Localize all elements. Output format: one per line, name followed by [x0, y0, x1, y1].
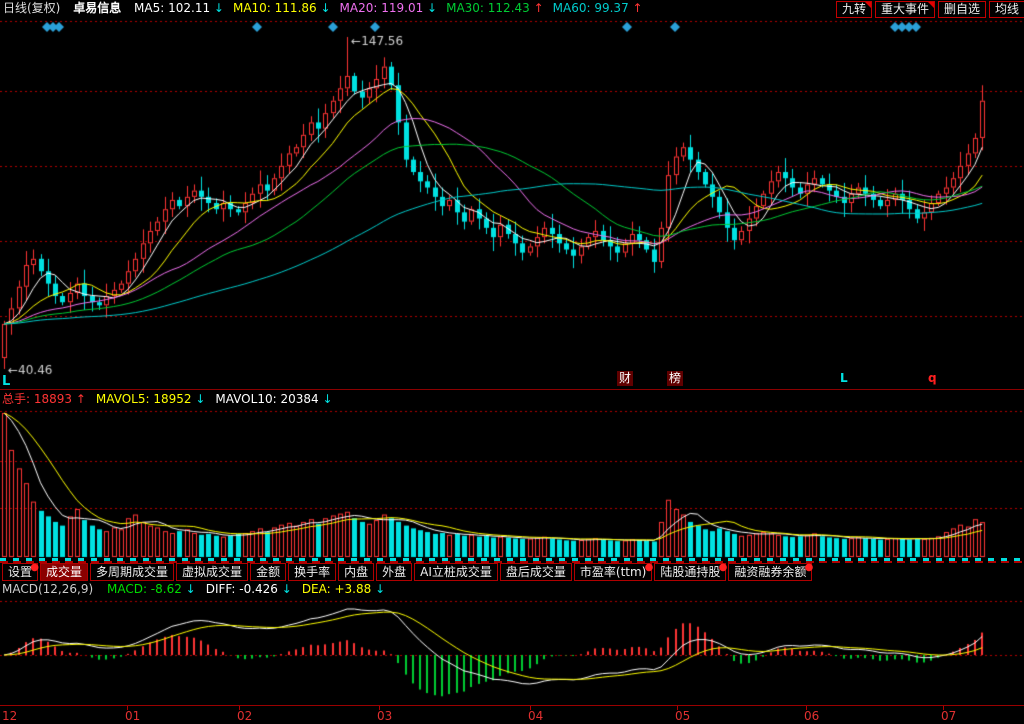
stock-name: 卓易信息	[73, 1, 121, 15]
month-label: 04	[528, 709, 543, 723]
new-badge-icon	[865, 2, 871, 8]
low-point-label: L	[2, 374, 10, 389]
indicator-value: MAVOL5: 18952 ↓	[96, 392, 205, 406]
indicator-tabs: 设置●成交量多周期成交量虚拟成交量金额换手率内盘外盘AI立桩成交量盘后成交量市盈…	[0, 563, 1024, 581]
tab-outer-volume[interactable]: 外盘	[376, 563, 412, 581]
axis-tick	[943, 706, 944, 710]
tab-after-hours-volume[interactable]: 盘后成交量	[500, 563, 572, 581]
ma-values: MA5: 102.11 ↓ MA10: 111.86 ↓ MA20: 119.01 …	[134, 1, 652, 15]
month-label: 02	[237, 709, 252, 723]
indicator-value: MAVOL10: 20384 ↓	[215, 392, 332, 406]
axis-tick	[379, 706, 380, 710]
indicator-value: DEA: +3.88 ↓	[302, 582, 385, 596]
month-label: 05	[675, 709, 690, 723]
indicator-value: MA20: 119.01 ↓	[340, 1, 438, 15]
indicator-value: 总手: 18893 ↑	[2, 392, 86, 406]
red-dot-icon: ●	[645, 560, 654, 576]
new-badge-icon	[928, 2, 934, 8]
macd-header: MACD(12,26,9) MACD: -8.62 ↓ DIFF: -0.426 …	[0, 581, 1024, 598]
month-label: 07	[941, 709, 956, 723]
volume-header: 总手: 18893 ↑ MAVOL5: 18952 ↓ MAVOL10: 20384…	[0, 390, 1024, 408]
date-axis[interactable]: 12 01 02 03 04 05 06 07	[0, 705, 1024, 724]
tab-inner-volume[interactable]: 内盘	[338, 563, 374, 581]
month-label: 06	[804, 709, 819, 723]
marker-q[interactable]: q	[928, 371, 937, 386]
red-dot-icon: ●	[719, 560, 728, 576]
tab-margin-balance[interactable]: 融资融券余额●	[728, 563, 812, 581]
axis-tick	[530, 706, 531, 710]
macd-param: MACD(12,26,9)	[2, 582, 93, 596]
indicator-value: MA30: 112.43 ↑	[446, 1, 544, 15]
red-dot-icon: ●	[30, 560, 39, 576]
indicator-value: MACD: -8.62 ↓	[107, 582, 196, 596]
month-label: 03	[377, 709, 392, 723]
volume-chart[interactable]	[0, 410, 1024, 558]
app-window: 日线(复权) 卓易信息 MA5: 102.11 ↓MA10: 111.86 ↓M…	[0, 0, 1024, 724]
marker-l[interactable]: L	[840, 371, 848, 386]
main-price-chart[interactable]	[0, 16, 1024, 389]
indicator-value: DIFF: -0.426 ↓	[206, 582, 292, 596]
red-dot-icon: ●	[805, 560, 814, 576]
tab-volume[interactable]: 成交量	[40, 563, 88, 581]
marker-ranking[interactable]: 榜	[667, 371, 683, 386]
tab-northbound-holding[interactable]: 陆股通持股●	[654, 563, 726, 581]
tab-ai-pillar-volume[interactable]: AI立桩成交量	[414, 563, 498, 581]
indicator-value: MA10: 111.86 ↓	[233, 1, 331, 15]
marker-financial-report[interactable]: 财	[617, 371, 633, 386]
macd-values: MACD: -8.62 ↓ DIFF: -0.426 ↓ DEA: +3.88 ↓	[107, 582, 395, 596]
tab-amount[interactable]: 金额	[250, 563, 286, 581]
tab-settings[interactable]: 设置●	[2, 563, 38, 581]
indicator-value: MA5: 102.11 ↓	[134, 1, 224, 15]
month-label: 12	[2, 709, 17, 723]
tab-virtual-volume[interactable]: 虚拟成交量	[176, 563, 248, 581]
tab-multi-period-volume[interactable]: 多周期成交量	[90, 563, 174, 581]
tab-turnover-rate[interactable]: 换手率	[288, 563, 336, 581]
period-label: 日线(复权)	[3, 1, 60, 15]
macd-chart[interactable]	[0, 598, 1024, 705]
axis-tick	[806, 706, 807, 710]
indicator-tab-bar: 设置●成交量多周期成交量虚拟成交量金额换手率内盘外盘AI立桩成交量盘后成交量市盈…	[0, 558, 1024, 581]
tab-pe-ttm[interactable]: 市盈率(ttm)●	[574, 563, 652, 581]
top-header: 日线(复权) 卓易信息 MA5: 102.11 ↓MA10: 111.86 ↓M…	[0, 0, 1024, 16]
indicator-value: MA60: 99.37 ↑	[553, 1, 643, 15]
month-label: 01	[125, 709, 140, 723]
axis-tick	[239, 706, 240, 710]
axis-tick	[127, 706, 128, 710]
axis-tick	[677, 706, 678, 710]
